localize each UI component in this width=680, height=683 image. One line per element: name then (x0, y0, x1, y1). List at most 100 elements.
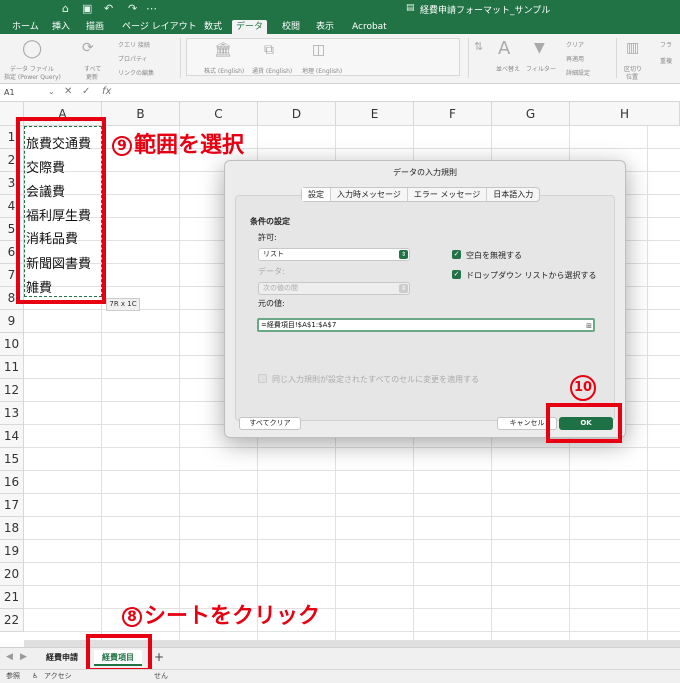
row-header[interactable]: 18 (0, 517, 24, 540)
clear-all-button[interactable]: すべてクリア (239, 417, 301, 430)
ignore-blank-label[interactable]: 空白を無視する (466, 250, 522, 261)
map-icon[interactable]: ◫ (312, 42, 325, 58)
column-header-e[interactable]: E (336, 102, 414, 126)
row-header[interactable]: 20 (0, 563, 24, 586)
tab-draw[interactable]: 描画 (82, 20, 108, 34)
name-box[interactable]: A1 (2, 86, 52, 100)
dialog-title: データの入力規則 (393, 168, 457, 177)
apply-all-checkbox (258, 374, 267, 383)
tab-page-layout[interactable]: ページ レイアウト (118, 20, 201, 34)
get-data-sub-label: 指定 (Power Query) (4, 74, 61, 81)
text-to-columns-icon[interactable]: ▥ (626, 40, 639, 56)
queries-button[interactable]: クエリ 接続 (118, 40, 150, 49)
tab-ime[interactable]: 日本語入力 (487, 188, 539, 201)
column-header-d[interactable]: D (258, 102, 336, 126)
add-sheet-button[interactable]: + (154, 650, 164, 664)
enter-icon[interactable]: ✓ (82, 86, 90, 97)
row-header[interactable]: 21 (0, 586, 24, 609)
step10-number: 10 (570, 375, 596, 401)
tab-review[interactable]: 校閲 (278, 20, 304, 34)
sort-button[interactable]: 並べ替え (496, 64, 520, 73)
column-header-f[interactable]: F (414, 102, 492, 126)
reapply-button[interactable]: 再適用 (566, 54, 584, 63)
column-header-h[interactable]: H (570, 102, 680, 126)
tab-data[interactable]: データ (232, 20, 268, 34)
grid-line (24, 447, 680, 448)
column-header-c[interactable]: C (180, 102, 258, 126)
dialog-tabs: 設定 入力時メッセージ エラー メッセージ 日本語入力 (301, 187, 541, 202)
advanced-button[interactable]: 詳細設定 (566, 68, 590, 77)
sort-asc-icon[interactable]: ⇅ (474, 40, 483, 53)
text-to-columns-sub-label: 位置 (626, 74, 639, 81)
currency-icon[interactable]: ⧉ (264, 42, 274, 58)
clear-button[interactable]: クリア (566, 40, 584, 49)
ribbon-divider (180, 38, 181, 78)
flash-fill-button[interactable]: フラ (660, 40, 672, 49)
accessibility-icon: ♿ (32, 672, 39, 680)
tab-settings[interactable]: 設定 (302, 188, 331, 201)
allow-select[interactable]: リスト ⇕ (258, 248, 410, 261)
edit-links-button[interactable]: リンクの編集 (118, 68, 154, 77)
prev-sheet-icon[interactable]: ◀ (6, 652, 13, 662)
row-header[interactable]: 9 (0, 310, 24, 333)
sort-az-icon[interactable]: A (498, 38, 510, 59)
row-header[interactable]: 10 (0, 333, 24, 356)
refresh-all-sub-label: 更新 (86, 74, 99, 81)
dropdown-checkbox[interactable]: ✓ (452, 270, 461, 279)
formula-input[interactable] (118, 86, 674, 100)
filter-icon[interactable]: ▼ (534, 40, 545, 56)
column-header-b[interactable]: B (102, 102, 180, 126)
redo-icon[interactable]: ↷ (128, 2, 137, 15)
ignore-blank-checkbox[interactable]: ✓ (452, 250, 461, 259)
fx-icon[interactable]: fx (102, 86, 111, 97)
dropdown-label[interactable]: ドロップダウン リストから選択する (466, 270, 597, 281)
cancel-icon[interactable]: ✕ (64, 86, 72, 97)
get-data-icon[interactable]: ◯ (22, 38, 42, 59)
sheet-tab-highlight (86, 634, 152, 672)
window-title: 経費申請フォーマット_サンプル (420, 6, 551, 16)
tab-error-message[interactable]: エラー メッセージ (408, 188, 488, 201)
data-validation-dialog: データの入力規則 条件の設定 許可: リスト ⇕ データ: 次の値の間 ⇕ ✓ … (224, 160, 626, 438)
row-header[interactable]: 12 (0, 379, 24, 402)
data-select-value: 次の値の間 (263, 284, 298, 292)
row-header[interactable]: 11 (0, 356, 24, 379)
selection-highlight (16, 117, 106, 304)
home-icon[interactable]: ⌂ (62, 2, 69, 15)
row-header[interactable]: 15 (0, 448, 24, 471)
row-header[interactable]: 16 (0, 471, 24, 494)
row-header[interactable]: 22 (0, 609, 24, 632)
remove-duplicates-button[interactable]: 重複 (660, 56, 672, 65)
tab-acrobat[interactable]: Acrobat (348, 20, 391, 34)
grid-line (24, 493, 680, 494)
chevron-down-icon[interactable]: ⌄ (48, 87, 55, 96)
accessibility-status[interactable]: アクセシ (44, 670, 72, 683)
step8-annotation: 8 シートをクリック (122, 598, 320, 630)
tab-formulas[interactable]: 数式 (200, 20, 226, 34)
stock-icon[interactable]: 🏛 (214, 42, 232, 58)
sheet-tab-expense-request[interactable]: 経費申請 (38, 650, 86, 666)
save-icon[interactable]: ▣ (82, 2, 92, 15)
source-input[interactable]: =経費項目!$A$1:$A$7 ⊞ (257, 318, 595, 332)
ribbon-tabs: ホーム 挿入 描画 ページ レイアウト 数式 データ 校閲 表示 Acrobat (0, 18, 680, 34)
tab-input-message[interactable]: 入力時メッセージ (331, 188, 408, 201)
stock-label[interactable]: 株式 (English) (204, 66, 244, 75)
tab-home[interactable]: ホーム (8, 20, 43, 34)
range-picker-icon[interactable]: ⊞ (586, 321, 592, 331)
next-sheet-icon[interactable]: ▶ (20, 652, 27, 662)
column-header-g[interactable]: G (492, 102, 570, 126)
title-bar: ⌂ ▣ ↶ ↷ ⋯ ▤ 経費申請フォーマット_サンプル (0, 0, 680, 18)
currency-label[interactable]: 通貨 (English) (252, 66, 292, 75)
undo-icon[interactable]: ↶ (104, 2, 113, 15)
properties-button[interactable]: プロパティ (118, 54, 148, 63)
step8-text: シートをクリック (144, 604, 321, 629)
row-header[interactable]: 14 (0, 425, 24, 448)
tab-view[interactable]: 表示 (312, 20, 338, 34)
row-header[interactable]: 17 (0, 494, 24, 517)
tab-insert[interactable]: 挿入 (48, 20, 74, 34)
row-header[interactable]: 13 (0, 402, 24, 425)
more-icon[interactable]: ⋯ (146, 2, 157, 15)
geography-label[interactable]: 地理 (English) (302, 66, 342, 75)
refresh-icon[interactable]: ⟳ (82, 40, 94, 56)
row-header[interactable]: 19 (0, 540, 24, 563)
filter-button[interactable]: フィルター (526, 64, 556, 73)
